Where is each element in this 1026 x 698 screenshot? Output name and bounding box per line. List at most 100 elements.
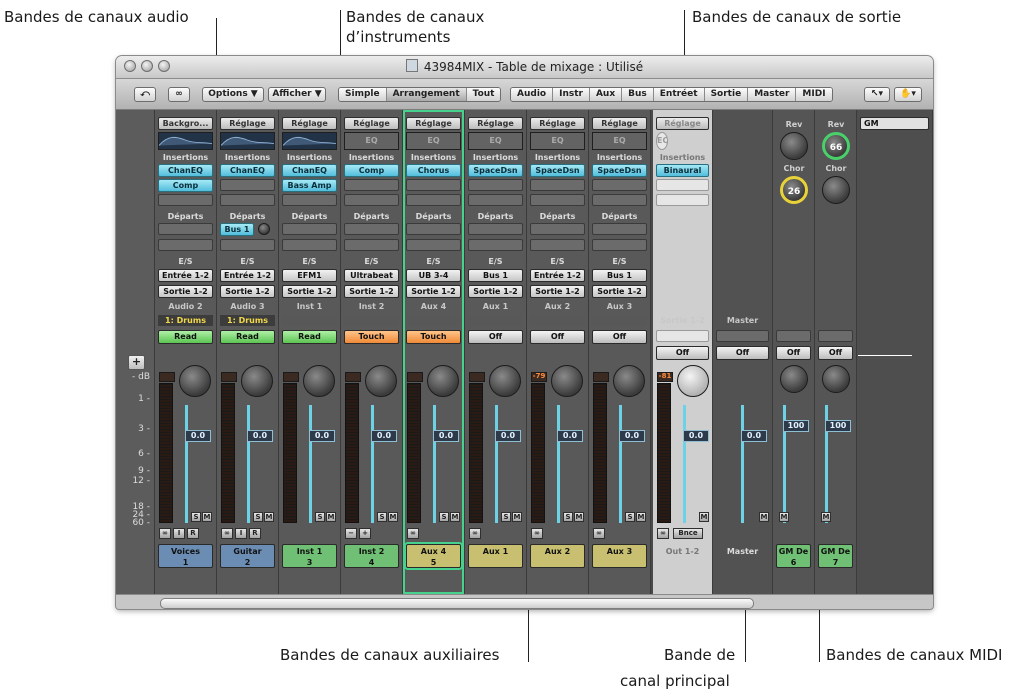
send-slot[interactable] <box>344 223 399 235</box>
output-selector[interactable]: Sortie 1-2 <box>220 285 275 298</box>
strip-icon-button[interactable]: R <box>187 528 199 539</box>
send-slot[interactable] <box>592 239 647 251</box>
volume-fader[interactable] <box>619 405 622 523</box>
track-name-label[interactable]: GM De 6 <box>776 544 811 568</box>
insert-slot[interactable] <box>656 179 709 191</box>
eq-display[interactable] <box>220 132 275 150</box>
link-icon[interactable]: ∞ <box>221 528 233 539</box>
automation-mode[interactable]: Off <box>656 346 709 360</box>
insert-plugin[interactable]: ChanEQ <box>282 164 337 177</box>
eq-display[interactable] <box>282 132 337 150</box>
solo-button[interactable]: S <box>253 512 263 522</box>
insert-slot[interactable] <box>158 194 213 206</box>
input-selector[interactable]: Entrée 1-2 <box>220 269 275 282</box>
view-tout[interactable]: Tout <box>466 88 501 101</box>
group-slot[interactable] <box>530 315 585 326</box>
group-slot[interactable] <box>282 315 337 326</box>
output-selector[interactable]: Sortie 1-2 <box>468 285 523 298</box>
midi-volume-value[interactable]: 100 <box>783 420 809 432</box>
filter-entree[interactable]: Entréet <box>653 88 705 101</box>
pan-knob[interactable] <box>241 365 273 397</box>
track-name-label[interactable]: GM De 7 <box>818 544 853 568</box>
output-selector[interactable]: Sortie 1-2 <box>406 285 461 298</box>
bounce-button[interactable]: Bnce <box>673 528 703 539</box>
scrollbar-thumb[interactable] <box>160 598 754 609</box>
strip-icon-button[interactable]: I <box>235 528 247 539</box>
pan-knob[interactable] <box>551 365 583 397</box>
view-simple[interactable]: Simple <box>339 88 387 101</box>
eq-display[interactable]: EQ <box>468 132 523 150</box>
send-slot[interactable] <box>530 239 585 251</box>
volume-fader[interactable] <box>309 405 312 523</box>
volume-fader[interactable] <box>247 405 250 523</box>
eq-display[interactable]: EQ <box>344 132 399 150</box>
rev-knob[interactable] <box>780 132 808 160</box>
chor-knob[interactable] <box>822 176 850 204</box>
input-selector[interactable]: Ultrabeat <box>344 269 399 282</box>
filter-sortie[interactable]: Sortie <box>704 88 749 101</box>
mute-button[interactable]: M <box>388 512 398 522</box>
send-slot[interactable] <box>530 223 585 235</box>
mute-button[interactable]: M <box>326 512 336 522</box>
link-icon[interactable]: ∞ <box>407 528 419 539</box>
send-slot[interactable] <box>406 223 461 235</box>
solo-button[interactable]: S <box>625 512 635 522</box>
eq-display[interactable]: EQ <box>406 132 461 150</box>
track-name-label[interactable]: Inst 1 3 <box>282 544 337 568</box>
track-name-label[interactable]: Aux 2 <box>530 544 585 568</box>
output-selector[interactable]: Sortie 1-2 <box>530 285 585 298</box>
volume-value[interactable]: 0.0 <box>683 430 709 442</box>
input-selector[interactable]: EFM1 <box>282 269 337 282</box>
automation-mode[interactable]: Touch <box>406 330 461 344</box>
track-name-label[interactable]: Out 1-2 <box>656 544 709 568</box>
automation-mode[interactable]: Off <box>716 346 769 360</box>
strip-icon-button[interactable]: R <box>249 528 261 539</box>
options-menu[interactable]: Options ▼ <box>202 87 264 102</box>
mute-button[interactable]: M <box>699 512 709 522</box>
mute-button[interactable]: M <box>821 512 831 522</box>
mute-button[interactable]: M <box>636 512 646 522</box>
track-name-label[interactable]: Guitar 2 <box>220 544 275 568</box>
link-icon[interactable]: ∞ <box>531 528 543 539</box>
pan-knob[interactable] <box>179 365 211 397</box>
insert-plugin[interactable]: SpaceDsn <box>468 164 523 177</box>
midi-slot[interactable] <box>776 330 811 342</box>
solo-button[interactable]: S <box>377 512 387 522</box>
output-selector[interactable]: Sortie 1-2 <box>344 285 399 298</box>
send-slot[interactable] <box>158 239 213 251</box>
midi-volume-value[interactable]: 100 <box>825 420 851 432</box>
insert-slot[interactable] <box>406 179 461 191</box>
volume-value[interactable]: 0.0 <box>433 430 459 442</box>
insert-plugin[interactable]: Comp <box>158 179 213 192</box>
output-selector[interactable]: Sortie 1-2 <box>592 285 647 298</box>
link-icon[interactable]: ∞ <box>159 528 171 539</box>
eq-display[interactable]: EQ <box>530 132 585 150</box>
eq-display[interactable]: EQ <box>592 132 647 150</box>
filter-audio[interactable]: Audio <box>511 88 554 101</box>
volume-value[interactable]: 0.0 <box>495 430 521 442</box>
hand-tool-button[interactable]: ✋▾ <box>894 87 922 102</box>
group-slot[interactable] <box>716 330 769 342</box>
gm-instrument-field[interactable]: GM <box>860 117 929 130</box>
track-name-label[interactable]: Aux 3 <box>592 544 647 568</box>
insert-slot[interactable] <box>406 194 461 206</box>
insert-slot[interactable] <box>344 179 399 191</box>
pan-knob[interactable] <box>677 365 709 397</box>
automation-mode[interactable]: Read <box>158 330 213 344</box>
mute-button[interactable]: M <box>574 512 584 522</box>
rev-knob[interactable]: 66 <box>822 132 850 160</box>
automation-mode[interactable]: Off <box>592 330 647 344</box>
send-slot[interactable] <box>468 239 523 251</box>
filter-instr[interactable]: Instr <box>553 88 590 101</box>
input-selector[interactable]: Entrée 1-2 <box>530 269 585 282</box>
group-slot[interactable]: 1: Drums <box>158 315 213 326</box>
filter-aux[interactable]: Aux <box>589 88 623 101</box>
group-slot[interactable] <box>468 315 523 326</box>
solo-button[interactable]: S <box>315 512 325 522</box>
input-selector[interactable]: Bus 1 <box>468 269 523 282</box>
volume-value[interactable]: 0.0 <box>619 430 645 442</box>
afficher-menu[interactable]: Afficher ▼ <box>268 87 326 102</box>
send-level-knob[interactable] <box>258 223 270 235</box>
group-slot[interactable] <box>656 330 709 342</box>
horizontal-scrollbar[interactable] <box>116 594 933 609</box>
